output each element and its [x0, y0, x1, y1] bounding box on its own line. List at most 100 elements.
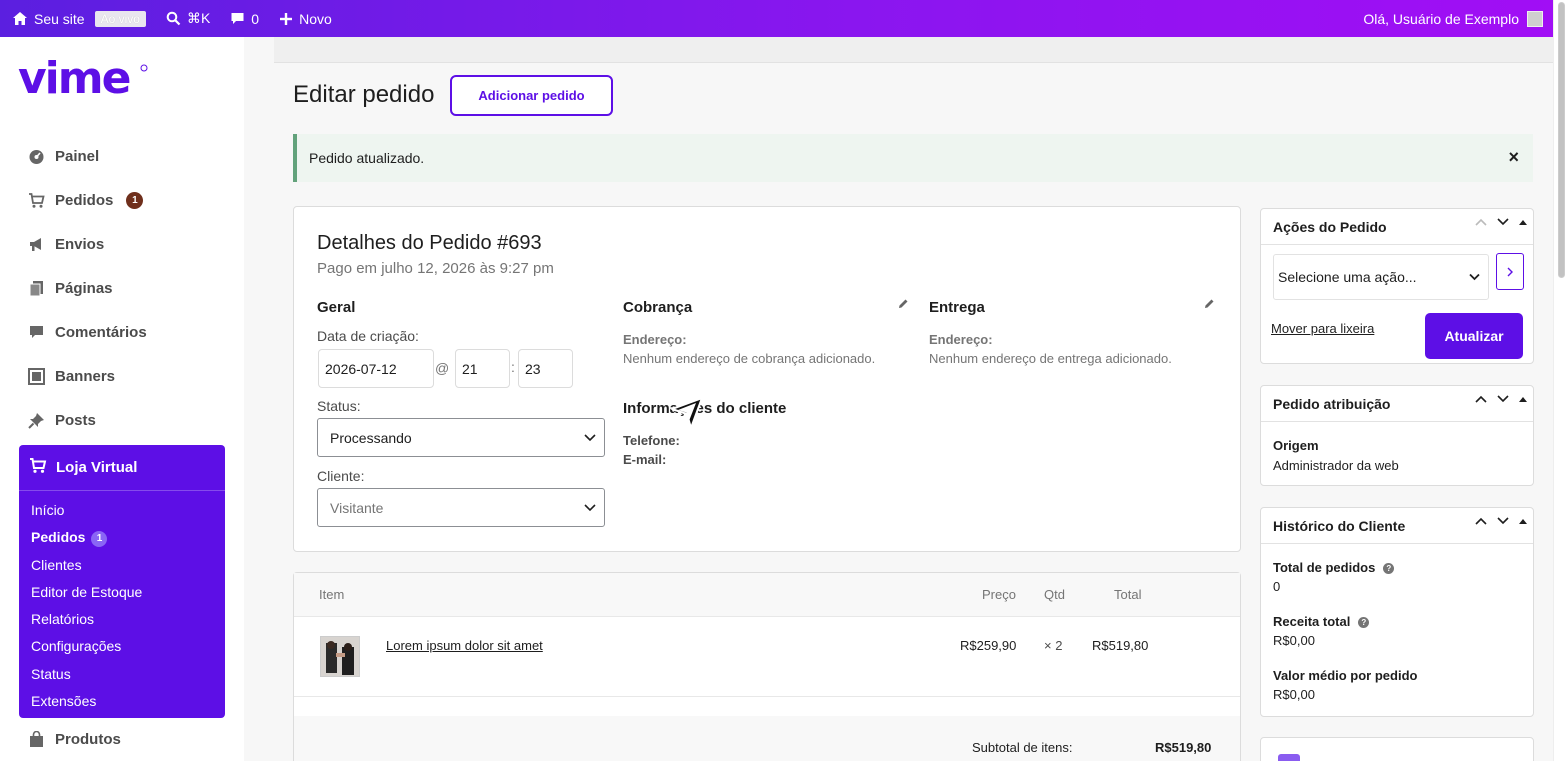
update-button[interactable]: Atualizar [1425, 313, 1523, 359]
edit-billing-pencil-icon[interactable] [898, 297, 909, 312]
chevron-down-icon [584, 503, 596, 511]
collapse-triangle-icon[interactable] [1519, 219, 1527, 225]
avg-order-value: R$0,00 [1273, 687, 1315, 702]
help-icon[interactable]: ? [1358, 617, 1370, 628]
store-cart-icon [29, 457, 47, 478]
vime-logo[interactable]: vime [18, 53, 150, 106]
totals-area: Subtotal de itens: R$519,80 [294, 716, 1240, 761]
apply-action-button[interactable] [1496, 253, 1524, 290]
date-created-label: Data de criação: [317, 328, 419, 344]
submenu-extensoes[interactable]: Extensões [19, 690, 225, 717]
sidebar-item-produtos[interactable]: Produtos [28, 731, 121, 748]
status-value: Processando [330, 429, 412, 446]
chevron-up-icon[interactable] [1475, 218, 1487, 226]
add-order-button[interactable]: Adicionar pedido [450, 75, 613, 116]
date-field[interactable]: 2026-07-12 [318, 349, 434, 388]
minute-field[interactable]: 23 [518, 349, 573, 388]
chevron-up-icon[interactable] [1475, 395, 1487, 403]
time-separator: : [511, 359, 515, 375]
sidebar-item-comentarios[interactable]: Comentários [28, 324, 147, 341]
customer-history-panel: Histórico do Cliente Total de pedidos? 0… [1260, 507, 1534, 717]
revenue-value: R$0,00 [1273, 633, 1315, 648]
col-header-total: Total [1114, 587, 1142, 602]
edit-shipping-pencil-icon[interactable] [1204, 297, 1215, 312]
chevron-up-icon[interactable] [1475, 517, 1487, 525]
billing-address-value: Nenhum endereço de cobrança adicionado. [623, 351, 876, 366]
general-heading: Geral [317, 299, 356, 316]
submenu-pedidos[interactable]: Pedidos 1 [19, 526, 225, 553]
sidebar-item-envios[interactable]: Envios [28, 236, 104, 253]
attribution-title: Pedido atribuição [1273, 396, 1391, 412]
status-select[interactable]: Processando [317, 418, 605, 457]
sidebar-item-pedidos[interactable]: Pedidos 1 [28, 192, 144, 209]
plus-icon [280, 12, 293, 25]
close-icon[interactable]: × [1508, 147, 1519, 168]
sidebar: vime Painel Pedidos 1 Envios Páginas Com… [0, 37, 244, 761]
submenu-configuracoes[interactable]: Configurações [19, 635, 225, 662]
order-action-select[interactable]: Selecione uma ação... [1273, 254, 1489, 300]
collapse-triangle-icon[interactable] [1519, 396, 1527, 402]
sidebar-item-posts[interactable]: Posts [28, 412, 96, 429]
total-orders-label: Total de pedidos? [1273, 560, 1395, 575]
product-link[interactable]: Lorem ipsum dolor sit amet [386, 638, 543, 653]
item-qty: × 2 [1044, 638, 1063, 653]
col-header-qty: Qtd [1044, 587, 1065, 602]
submenu-inicio[interactable]: Início [19, 499, 225, 526]
new-button[interactable]: Novo [269, 0, 342, 37]
sidebar-item-loja-virtual[interactable]: Loja Virtual [19, 445, 225, 491]
col-header-price: Preço [982, 587, 1016, 602]
total-orders-value: 0 [1273, 579, 1281, 594]
order-actions-title: Ações do Pedido [1273, 219, 1387, 235]
move-to-trash-link[interactable]: Mover para lixeira [1271, 321, 1374, 336]
pin-icon [28, 412, 45, 429]
chevron-down-icon[interactable] [1497, 517, 1509, 525]
customer-select[interactable]: Visitante [317, 488, 605, 527]
pages-icon [28, 280, 45, 297]
account-menu[interactable]: Olá, Usuário de Exemplo [1363, 0, 1543, 37]
new-label: Novo [299, 10, 332, 27]
megaphone-icon [28, 236, 45, 253]
notice-text: Pedido atualizado. [309, 150, 425, 166]
site-name: Seu site [34, 10, 85, 27]
total-orders-label-text: Total de pedidos [1273, 560, 1376, 575]
history-title: Histórico do Cliente [1273, 518, 1406, 534]
order-action-placeholder: Selecione uma ação... [1278, 269, 1417, 285]
sidebar-item-label: Páginas [55, 280, 113, 297]
help-icon[interactable]: ? [1383, 563, 1395, 574]
mouse-cursor-icon [671, 397, 703, 429]
scrollbar-thumb[interactable] [1558, 2, 1565, 278]
search-button[interactable]: ⌘K [156, 0, 220, 37]
order-attribution-panel: Pedido atribuição Origem Administrador d… [1260, 385, 1534, 486]
page-scrollbar[interactable] [1553, 0, 1568, 761]
attribution-header: Pedido atribuição [1261, 386, 1533, 422]
shipping-heading: Entrega [929, 299, 985, 316]
hour-field[interactable]: 21 [455, 349, 510, 388]
svg-text:vime: vime [18, 59, 130, 101]
submenu-relatorios[interactable]: Relatórios [19, 608, 225, 635]
sub-header-bar [274, 37, 1553, 63]
chevron-down-icon [584, 433, 596, 441]
comments-button[interactable]: 0 [220, 0, 269, 37]
customer-value: Visitante [330, 499, 384, 516]
shipping-address-label: Endereço: [929, 332, 993, 347]
shipping-address-value: Nenhum endereço de entrega adicionado. [929, 351, 1172, 366]
orders-count-badge: 1 [126, 192, 144, 209]
cart-icon [28, 192, 45, 209]
billing-heading: Cobrança [623, 299, 693, 316]
site-link[interactable]: Seu site Ao vivo [0, 0, 156, 37]
collapse-triangle-icon[interactable] [1519, 518, 1527, 524]
submenu-editor-estoque[interactable]: Editor de Estoque [19, 581, 225, 608]
col-header-item: Item [319, 587, 345, 602]
sidebar-item-label: Envios [55, 236, 105, 253]
gallery-icon [28, 368, 45, 385]
avatar [1527, 10, 1543, 27]
chevron-down-icon[interactable] [1497, 395, 1509, 403]
chevron-down-icon[interactable] [1497, 218, 1509, 226]
submenu-status[interactable]: Status [19, 663, 225, 690]
sidebar-item-paginas[interactable]: Páginas [28, 280, 113, 297]
sidebar-item-label: Produtos [55, 731, 121, 748]
submenu-clientes[interactable]: Clientes [19, 554, 225, 581]
chevron-down-icon [1469, 273, 1480, 281]
sidebar-item-banners[interactable]: Banners [28, 368, 115, 385]
sidebar-item-painel[interactable]: Painel [28, 148, 99, 165]
